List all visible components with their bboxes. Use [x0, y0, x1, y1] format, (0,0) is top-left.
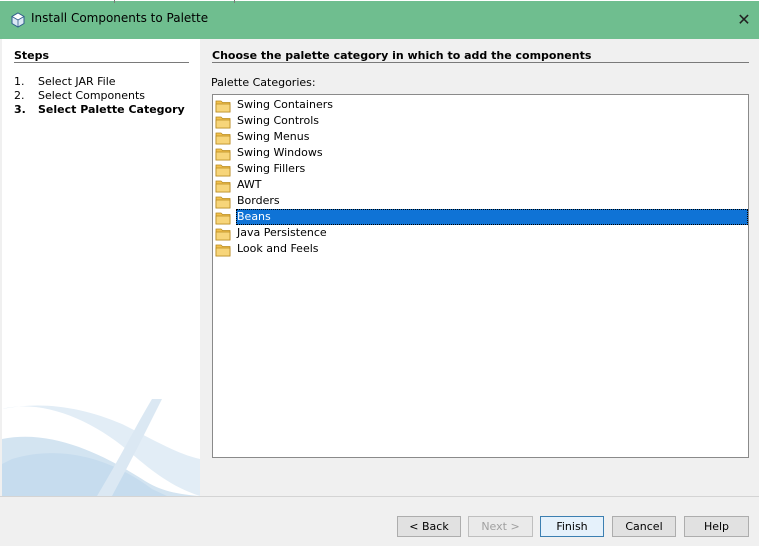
category-item[interactable]: Look and Feels	[213, 241, 748, 257]
close-icon[interactable]: ✕	[732, 9, 756, 31]
step-item: 2. Select Components	[14, 89, 145, 102]
background-tick	[114, 0, 115, 3]
category-item[interactable]: Swing Controls	[213, 113, 748, 129]
finish-button[interactable]: Finish	[540, 516, 604, 537]
folder-icon	[215, 164, 231, 177]
category-item[interactable]: AWT	[213, 177, 748, 193]
category-item[interactable]: Swing Fillers	[213, 161, 748, 177]
folder-icon	[215, 100, 231, 113]
content-panel: Choose the palette category in which to …	[200, 39, 759, 496]
category-label: Swing Menus	[237, 130, 310, 143]
folder-icon	[215, 148, 231, 161]
button-bar-divider	[0, 496, 759, 497]
category-label: Swing Controls	[237, 114, 319, 127]
folder-icon	[215, 244, 231, 257]
folder-icon	[215, 228, 231, 241]
folder-icon	[215, 212, 231, 225]
netbeans-cube-icon	[11, 12, 25, 28]
folder-icon	[215, 132, 231, 145]
background-tick	[234, 0, 235, 3]
category-item[interactable]: Swing Windows	[213, 145, 748, 161]
step-number: 1.	[14, 75, 25, 88]
steps-divider	[14, 62, 189, 63]
step-label: Select Components	[38, 89, 146, 102]
category-label: AWT	[237, 178, 262, 191]
category-label: Borders	[237, 194, 280, 207]
step-label: Select JAR File	[38, 75, 116, 88]
folder-icon	[215, 180, 231, 193]
step-label: Select Palette Category	[38, 103, 185, 116]
category-label: Java Persistence	[237, 226, 327, 239]
category-label: Swing Fillers	[237, 162, 306, 175]
back-button[interactable]: < Back	[397, 516, 461, 537]
panel-heading: Choose the palette category in which to …	[212, 49, 592, 62]
window-title: Install Components to Palette	[31, 11, 209, 25]
cancel-button[interactable]: Cancel	[612, 516, 676, 537]
category-item[interactable]: Borders	[213, 193, 748, 209]
category-label: Look and Feels	[237, 242, 319, 255]
category-label: Swing Windows	[237, 146, 323, 159]
selection-highlight	[236, 209, 748, 225]
step-number: 3.	[14, 103, 26, 116]
steps-panel: Steps 1. Select JAR File 2. Select Compone…	[2, 39, 200, 496]
step-item-current: 3. Select Palette Category	[14, 103, 185, 116]
category-item[interactable]: Beans	[213, 209, 748, 225]
step-number: 2.	[14, 89, 25, 102]
heading-divider	[212, 62, 749, 63]
folder-icon	[215, 196, 231, 209]
palette-categories-list[interactable]: Swing Containers Swing Controls Swing Menu…	[212, 94, 749, 458]
title-bar[interactable]: Install Components to Palette ✕	[0, 0, 759, 39]
category-label: Swing Containers	[237, 98, 333, 111]
wizard-swoosh-graphic	[2, 399, 200, 496]
category-item[interactable]: Swing Menus	[213, 129, 748, 145]
steps-heading: Steps	[14, 49, 50, 62]
palette-categories-label: Palette Categories:	[211, 76, 316, 89]
help-button[interactable]: Help	[684, 516, 749, 537]
category-label: Beans	[237, 210, 271, 223]
category-item[interactable]: Java Persistence	[213, 225, 748, 241]
category-item[interactable]: Swing Containers	[213, 97, 748, 113]
folder-icon	[215, 116, 231, 129]
next-button[interactable]: Next >	[468, 516, 533, 537]
step-item: 1. Select JAR File	[14, 75, 116, 88]
